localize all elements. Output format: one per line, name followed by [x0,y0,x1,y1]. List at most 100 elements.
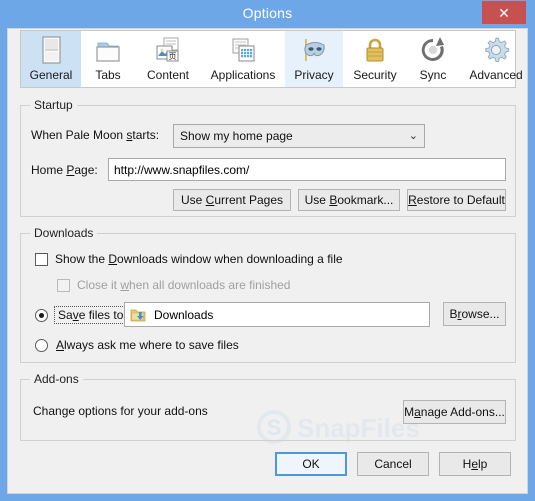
label-part: Use [180,193,206,207]
label-part: Show the [55,252,109,266]
always-ask-label: Always ask me where to save files [56,338,239,352]
addons-description: Change options for your add-ons [33,404,208,418]
applications-grid-icon [232,38,255,62]
label-part: When Pale Moon [31,128,127,142]
label-part: ookmark... [337,193,394,207]
label-part: ownloads window when downloading a file [117,252,343,266]
startup-group-title: Startup [30,98,77,112]
dialog-client-area: General Tabs 页 Content Applications Priv… [7,28,528,494]
label-part: e files to [78,308,124,322]
home-page-value: http://www.snapfiles.com/ [114,162,250,177]
label-accel: D [108,252,118,266]
downloads-group-title: Downloads [30,226,98,240]
tab-privacy[interactable]: Privacy [285,31,343,87]
downloads-folder-icon [130,309,146,321]
label-part: nage Add-ons... [420,405,505,419]
label-accel: A [56,338,65,352]
close-when-finished-label: Close it when all downloads are finished [77,278,290,292]
tab-label: Sync [419,68,447,82]
startup-behavior-value: Show my home page [180,129,293,143]
label-part: tarts: [132,128,160,142]
label-accel: a [414,405,421,419]
label-part: owse... [461,307,500,321]
label-part: B [449,307,458,321]
sync-arrows-icon [421,37,444,61]
when-starts-label: When Pale Moon starts: [31,128,159,142]
label-part: Use [304,193,330,207]
label-part: H [462,457,472,471]
use-current-pages-button[interactable]: Use Current Pages [173,189,291,211]
privacy-mask-icon [304,39,325,61]
label-part: Home [31,163,67,177]
tab-label: Applications [210,68,276,82]
tab-security[interactable]: Security [343,31,407,87]
tab-label: Security [353,68,397,82]
tab-tabs[interactable]: Tabs [81,31,135,87]
browse-button[interactable]: Browse... [443,302,506,326]
security-lock-icon [366,38,384,62]
cancel-button[interactable]: Cancel [357,452,429,476]
label-part: Close it [77,278,121,292]
downloads-group: Downloads Show the Downloads window when… [20,226,516,363]
show-downloads-window-checkbox-row[interactable]: Show the Downloads window when downloadi… [35,252,343,266]
always-ask-radio-row[interactable]: Always ask me where to save files [35,338,239,352]
download-folder-field[interactable]: Downloads [124,302,430,327]
home-page-label: Home Page: [31,163,98,177]
label-accel: e [471,457,478,471]
label-accel: R [408,193,417,207]
svg-text:页: 页 [169,52,177,61]
label-part: age: [74,163,98,177]
folder-tabs-icon [96,42,120,62]
label-part: Sa [58,308,73,322]
home-page-input[interactable]: http://www.snapfiles.com/ [108,158,506,181]
save-files-to-label: Save files to [54,306,128,324]
options-window: Options ✕ General Tabs 页 Content Applica… [0,0,535,501]
show-downloads-window-checkbox[interactable] [35,252,48,266]
ok-label: OK [302,457,320,471]
tab-label: Advanced [469,68,523,82]
tab-label: Privacy [294,68,334,82]
label-accel: w [120,278,130,292]
tab-advanced[interactable]: Advanced [459,31,527,87]
save-files-to-radio-row[interactable]: Save files to [35,306,128,324]
label-part: lp [478,457,488,471]
label-accel: C [205,193,215,207]
label-part: hen all downloads are finished [129,278,291,292]
use-bookmark-button[interactable]: Use Bookmark... [298,189,400,211]
tab-general[interactable]: General [21,31,81,87]
always-ask-radio[interactable] [35,338,48,352]
tab-label: Content [146,68,190,82]
ok-button[interactable]: OK [275,452,347,476]
window-title: Options [242,5,293,21]
tab-applications[interactable]: Applications [201,31,285,87]
cancel-label: Cancel [374,457,412,471]
startup-behavior-select[interactable]: Show my home page ⌄ [173,124,425,148]
tab-content[interactable]: 页 Content [135,31,201,87]
label-part: estore to Default [416,193,505,207]
document-page-icon [42,36,61,64]
advanced-gear-icon [485,37,510,62]
restore-to-default-button[interactable]: Restore to Default [407,189,506,211]
show-downloads-window-label: Show the Downloads window when downloadi… [55,252,343,266]
download-folder-value: Downloads [154,307,214,322]
label-part: lways ask me where to save files [64,338,239,352]
content-image-icon: 页 [156,37,179,62]
addons-group-title: Add-ons [30,372,83,386]
close-icon[interactable]: ✕ [482,1,526,24]
tab-label: General [29,68,73,82]
help-button[interactable]: Help [439,452,511,476]
save-files-to-radio[interactable] [35,308,48,322]
title-bar: Options ✕ [0,0,535,28]
startup-group: Startup When Pale Moon starts: Show my h… [20,98,516,217]
chevron-down-icon: ⌄ [408,129,418,142]
label-part: M [404,405,415,419]
close-when-finished-checkbox-row: Close it when all downloads are finished [57,278,290,292]
addons-description-text: Change options for your add-ons [33,404,208,418]
label-part: urrent Pages [214,193,284,207]
options-tab-strip: General Tabs 页 Content Applications Priv… [20,30,523,88]
tab-label: Tabs [95,68,121,82]
manage-addons-button[interactable]: Manage Add-ons... [403,400,506,424]
close-when-finished-checkbox [57,278,70,292]
addons-group: Add-ons Change options for your add-ons … [20,372,516,441]
tab-sync[interactable]: Sync [407,31,459,87]
